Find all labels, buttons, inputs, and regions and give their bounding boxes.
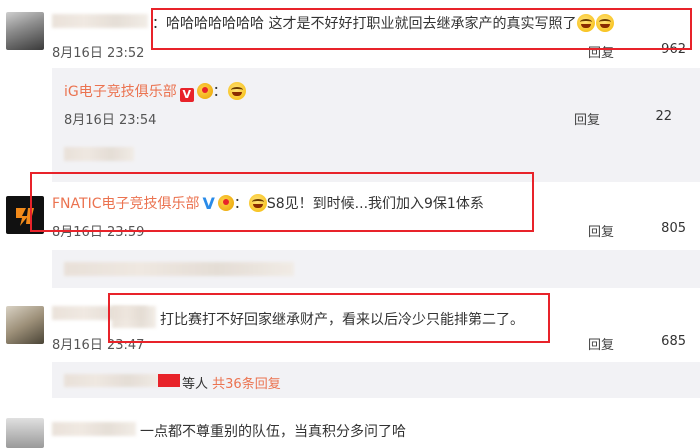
blurred-reply-summary	[64, 262, 294, 276]
reply-button[interactable]: 回复	[588, 42, 614, 61]
laugh-cry-emoji-icon	[577, 14, 596, 32]
reply-button[interactable]: 回复	[574, 109, 600, 128]
comment-date: 8月16日 23:59	[52, 225, 145, 240]
like-count[interactable]: 805	[650, 221, 686, 236]
blurred-reply-summary	[64, 374, 160, 387]
reply-text: iG电子竞技俱乐部 V：	[64, 81, 246, 102]
medal-icon	[217, 195, 234, 211]
comment-text: 一点都不尊重别的队伍，当真积分多问了哈	[140, 424, 406, 440]
avatar[interactable]	[6, 306, 44, 344]
reply-date: 8月16日 23:54	[64, 113, 157, 128]
author-link[interactable]: iG电子竞技俱乐部	[64, 84, 177, 100]
avatar[interactable]	[6, 12, 44, 50]
like-count[interactable]: 962	[650, 42, 686, 57]
blurred-username	[112, 306, 156, 328]
laugh-cry-emoji-icon	[596, 14, 615, 32]
blurred-username	[52, 14, 148, 28]
avatar[interactable]	[6, 196, 44, 234]
comment-date: 8月16日 23:52	[52, 46, 145, 61]
reply-summary: 等人 共36条回复	[182, 377, 281, 392]
avatar[interactable]	[6, 418, 44, 448]
like-count[interactable]: 22	[636, 109, 672, 124]
reply-button[interactable]: 回复	[588, 221, 614, 240]
comment-text: FNATIC电子竞技俱乐部 V： S8见！到时候...我们加入9保1体系	[52, 194, 484, 213]
blurred-reply-summary	[64, 147, 134, 161]
author-link[interactable]: FNATIC电子竞技俱乐部	[52, 196, 199, 212]
red-sticker-icon	[158, 374, 180, 387]
verified-red-icon: V	[179, 88, 194, 102]
comment-text: 打比赛打不好回家继承财产，看来以后冷少只能排第二了。	[160, 312, 524, 328]
like-count[interactable]: 685	[650, 334, 686, 349]
laugh-cry-emoji-icon	[227, 82, 246, 100]
laugh-cry-emoji-icon	[248, 194, 267, 212]
comment-date: 8月16日 23:47	[52, 338, 145, 353]
fnatic-logo-icon	[16, 208, 34, 226]
reply-button[interactable]: 回复	[588, 334, 614, 353]
comment-text: ：哈哈哈哈哈哈哈 这才是不好好打职业就回去继承家产的真实写照了	[152, 13, 615, 33]
medal-icon	[196, 83, 213, 99]
view-replies-link[interactable]: 共36条回复	[212, 377, 281, 392]
blurred-username	[52, 422, 136, 436]
verified-blue-icon: V	[202, 194, 215, 213]
